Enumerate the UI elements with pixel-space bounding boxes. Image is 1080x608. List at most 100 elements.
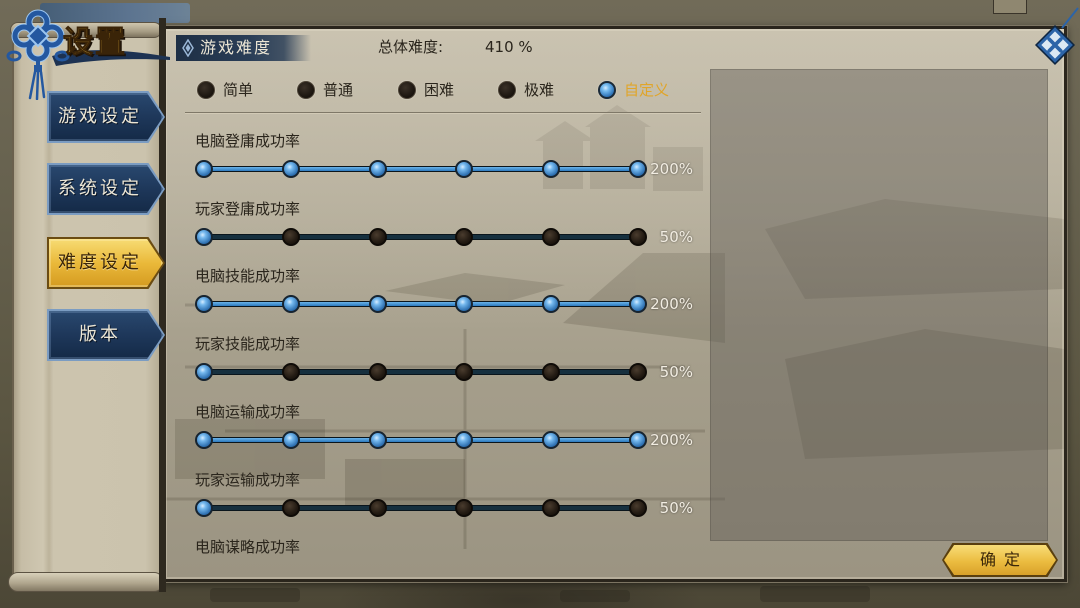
slider-track[interactable] (204, 166, 638, 172)
difficulty-option-custom[interactable]: 自定义 (598, 80, 669, 100)
slider-node[interactable] (629, 363, 647, 382)
slider-node[interactable] (281, 498, 300, 517)
difficulty-option-hard[interactable]: 困难 (398, 80, 454, 100)
slider-node[interactable] (195, 363, 213, 382)
tab-version[interactable]: 版本 (47, 309, 165, 361)
option-label: 自定义 (624, 81, 670, 99)
tab-face: 系统设定 (49, 165, 163, 213)
slider-track[interactable] (204, 301, 638, 308)
slider-node[interactable] (542, 498, 561, 517)
slider-node[interactable] (629, 498, 647, 517)
slider-node[interactable] (368, 227, 387, 246)
tab-face: 难度设定 (49, 239, 163, 287)
slider-node[interactable] (195, 430, 213, 449)
tab-game-settings[interactable]: 游戏设定 (47, 91, 165, 143)
slider-node[interactable] (281, 363, 300, 382)
slider-list[interactable]: 电脑登庸成功率 200% 玩家登庸成功率 50% 电脑技能成功率 200% 玩家技能成功率 5… (195, 128, 695, 568)
option-label: 普通 (323, 81, 354, 99)
tab-label: 难度设定 (58, 252, 142, 273)
slider-node[interactable] (195, 160, 213, 178)
slider-node[interactable] (542, 430, 561, 449)
slider-value: 200% (650, 160, 693, 178)
diamond-icon (182, 39, 194, 57)
difficulty-option-normal[interactable]: 普通 (297, 80, 353, 100)
slider-label: 电脑技能成功率 (195, 267, 301, 286)
close-icon (1034, 24, 1076, 66)
slider-node[interactable] (281, 430, 300, 449)
close-button[interactable] (1034, 24, 1076, 66)
panel-divider (159, 18, 166, 592)
section-header: 游戏难度 (176, 35, 311, 61)
map-feature (760, 586, 870, 602)
confirm-button[interactable]: 确定 (942, 543, 1058, 577)
radio-dot[interactable] (398, 81, 416, 99)
slider-node[interactable] (455, 227, 474, 246)
tab-face: 游戏设定 (49, 93, 163, 141)
slider-node[interactable] (195, 227, 213, 246)
slider-value: 50% (659, 227, 693, 246)
radio-dot[interactable] (297, 81, 315, 99)
slider-track[interactable] (204, 369, 638, 376)
option-label: 简单 (223, 81, 254, 99)
scroll-bottom-roll (8, 572, 164, 592)
slider-value: 50% (659, 498, 693, 517)
radio-dot[interactable] (598, 81, 616, 99)
slider-row: 电脑谋略成功率 (195, 534, 695, 568)
slider-node[interactable] (542, 295, 561, 314)
slider-label: 玩家运输成功率 (195, 470, 301, 489)
slider-label: 电脑谋略成功率 (195, 538, 301, 557)
slider-track[interactable] (204, 233, 638, 240)
slider-node[interactable] (629, 160, 647, 178)
tab-difficulty-settings[interactable]: 难度设定 (47, 237, 165, 289)
slider-node[interactable] (368, 363, 387, 382)
slider-row: 玩家运输成功率 50% (195, 467, 695, 527)
slider-node[interactable] (368, 498, 387, 517)
slider-label: 电脑登庸成功率 (195, 132, 301, 150)
slider-node[interactable] (195, 295, 213, 314)
map-feature (560, 590, 630, 602)
slider-node[interactable] (455, 498, 474, 517)
tab-label: 游戏设定 (58, 106, 142, 127)
difficulty-option-extreme[interactable]: 极难 (498, 80, 554, 100)
slider-node[interactable] (629, 227, 647, 246)
page-title: 设置 (63, 25, 127, 61)
slider-node[interactable] (195, 498, 213, 517)
difficulty-option-easy[interactable]: 简单 (197, 80, 253, 100)
option-label: 困难 (424, 81, 455, 99)
slider-node[interactable] (281, 160, 300, 178)
slider-fill (205, 167, 637, 171)
slider-node[interactable] (281, 295, 300, 314)
radio-dot[interactable] (498, 81, 516, 99)
slider-track[interactable] (204, 436, 638, 443)
slider-row: 电脑运输成功率 200% (195, 399, 695, 459)
slider-node[interactable] (629, 430, 647, 449)
chinese-knot-icon (6, 9, 70, 100)
radio-dot[interactable] (197, 81, 215, 99)
confirm-face: 确定 (944, 545, 1056, 575)
slider-node[interactable] (542, 363, 561, 382)
slider-node[interactable] (368, 160, 387, 178)
slider-value: 200% (650, 295, 693, 314)
slider-node[interactable] (542, 227, 561, 246)
section-title: 游戏难度 (200, 38, 273, 57)
slider-node[interactable] (455, 363, 474, 382)
slider-row: 电脑登庸成功率 200% (195, 128, 695, 188)
slider-label: 玩家技能成功率 (195, 335, 301, 354)
overall-difficulty-label: 总体难度: (378, 38, 444, 56)
slider-value: 200% (650, 430, 693, 449)
tab-face: 版本 (49, 311, 163, 359)
slider-row: 电脑技能成功率 200% (195, 263, 695, 323)
slider-track[interactable] (204, 504, 638, 511)
slider-node[interactable] (281, 227, 300, 246)
slider-node[interactable] (455, 160, 474, 178)
settings-screen: 设置 游戏设定 系统设定 难度设定 版本 游戏难度 总体难度: 410 % 简单 (0, 0, 1080, 608)
tab-system-settings[interactable]: 系统设定 (47, 163, 165, 215)
slider-row: 玩家登庸成功率 50% (195, 196, 695, 256)
slider-node[interactable] (368, 295, 387, 314)
slider-node[interactable] (368, 430, 387, 449)
slider-node[interactable] (542, 160, 561, 178)
slider-node[interactable] (629, 295, 647, 314)
slider-node[interactable] (455, 295, 474, 314)
slider-node[interactable] (455, 430, 474, 449)
slider-label: 电脑运输成功率 (195, 402, 301, 421)
